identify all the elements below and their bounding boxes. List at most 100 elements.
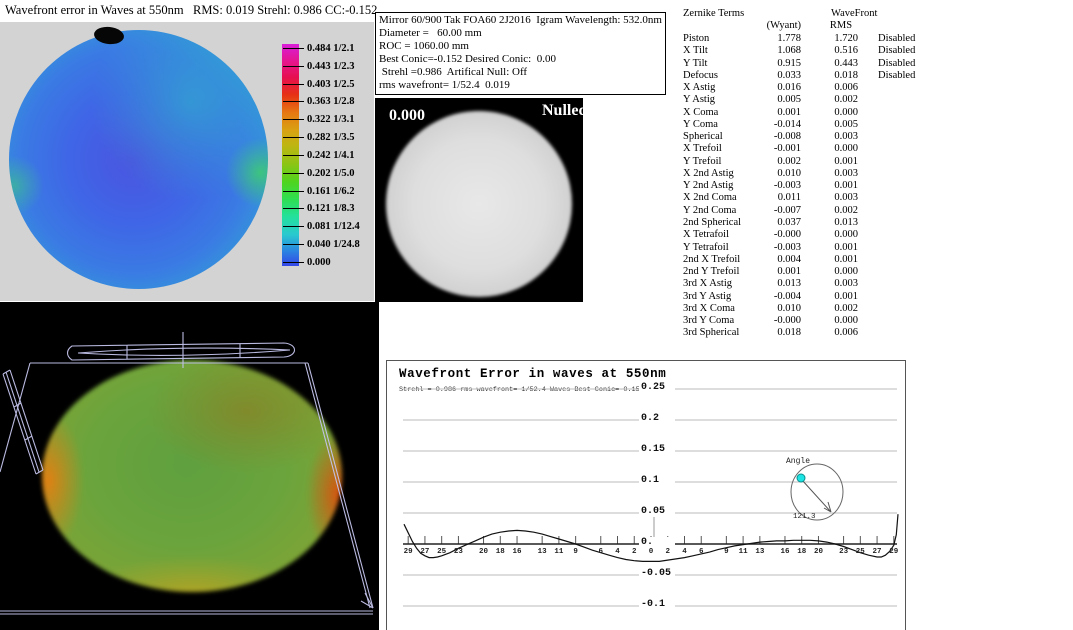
legend-label: 0.363 1/2.8 <box>307 96 355 107</box>
x-tick-label: 29 <box>885 548 903 556</box>
z-wyant: 0.001 <box>743 107 801 118</box>
legend-entry: 0.040 1/24.8 <box>283 238 360 251</box>
z-name: Y 2nd Astig <box>683 180 733 191</box>
z-name: X 2nd Coma <box>683 192 737 203</box>
z-name: Spherical <box>683 131 723 142</box>
z-rms: 0.002 <box>805 303 858 314</box>
zernike-row: Y Trefoil0.0020.001 <box>683 156 933 168</box>
zernike-row: Y 2nd Coma-0.0070.002 <box>683 205 933 217</box>
z-wyant: -0.003 <box>743 180 801 191</box>
legend-tick <box>283 66 304 67</box>
z-wyant: 0.004 <box>743 254 801 265</box>
x-tick-label: 16 <box>776 548 794 556</box>
z-rms: 0.000 <box>805 266 858 277</box>
legend-tick <box>283 137 304 138</box>
angle-arrow <box>802 480 831 512</box>
z-rms: 0.001 <box>805 156 858 167</box>
z-wyant: 0.010 <box>743 303 801 314</box>
y-tick-label: 0.25 <box>639 382 675 393</box>
angle-handle-dot[interactable] <box>797 474 805 482</box>
legend-label: 0.040 1/24.8 <box>307 239 360 250</box>
z-wyant: -0.004 <box>743 291 801 302</box>
zernike-rows: Piston1.7781.720DisabledX Tilt1.0680.516… <box>683 33 933 340</box>
floor-right-edge <box>305 363 373 608</box>
legend-tick <box>283 244 304 245</box>
z-rms: 0.013 <box>805 217 858 228</box>
z-rms: 0.000 <box>805 315 858 326</box>
legend-label: 0.161 1/6.2 <box>307 186 355 197</box>
z-name: Y Astig <box>683 94 715 105</box>
x-tick-label: 13 <box>751 548 769 556</box>
z-wyant: 0.018 <box>743 327 801 338</box>
floor-bottom-edge <box>0 611 373 614</box>
z-rms: 0.003 <box>805 168 858 179</box>
z-rms: 0.000 <box>805 229 858 240</box>
z-rms: 0.443 <box>805 58 858 69</box>
zernike-row: 3rd Spherical0.0180.006 <box>683 327 933 339</box>
y-tick-label: -0.1 <box>639 599 675 610</box>
legend-label: 0.000 <box>307 257 331 268</box>
legend-entry: 0.443 1/2.3 <box>283 60 355 73</box>
z-rms: 0.516 <box>805 45 858 56</box>
legend-tick <box>283 226 304 227</box>
wireframe-overlay <box>0 302 379 630</box>
x-tick-label: 6 <box>592 548 610 556</box>
profile-chart-panel[interactable]: Wavefront Error in waves at 550nm Strehl… <box>386 360 906 630</box>
x-tick-label: 11 <box>734 548 752 556</box>
legend-entry: 0.322 1/3.1 <box>283 113 355 126</box>
legend-items: 0.484 1/2.10.443 1/2.30.403 1/2.50.363 1… <box>283 42 373 272</box>
legend-entry: 0.282 1/3.5 <box>283 131 355 144</box>
z-name: 2nd Y Trefoil <box>683 266 739 277</box>
legend-entry: 0.242 1/4.1 <box>283 149 355 162</box>
z-status: Disabled <box>878 70 915 81</box>
x-tick-label: 23 <box>449 548 467 556</box>
x-tick-label: 20 <box>475 548 493 556</box>
left-scale-bar <box>3 370 43 474</box>
wavefront-contour-panel[interactable]: 0.484 1/2.10.443 1/2.30.403 1/2.50.363 1… <box>0 22 374 301</box>
z-name: 3rd X Coma <box>683 303 735 314</box>
legend-entry: 0.202 1/5.0 <box>283 167 355 180</box>
z-rms: 0.003 <box>805 278 858 289</box>
z-wyant: 0.037 <box>743 217 801 228</box>
zernike-row: Piston1.7781.720Disabled <box>683 33 933 45</box>
zernike-row: X Tilt1.0680.516Disabled <box>683 45 933 57</box>
zernike-row: Y Coma-0.0140.005 <box>683 119 933 131</box>
x-tick-label: 2 <box>659 548 677 556</box>
surface-3d-view[interactable] <box>0 302 379 630</box>
x-tick-label: 4 <box>609 548 627 556</box>
z-rms: 0.006 <box>805 82 858 93</box>
y-tick-label: 0.05 <box>639 506 675 517</box>
z-name: X 2nd Astig <box>683 168 734 179</box>
z-name: Defocus <box>683 70 718 81</box>
legend-entry: 0.000 <box>283 256 331 269</box>
zernike-row: X Trefoil-0.0010.000 <box>683 143 933 155</box>
x-tick-label: 23 <box>835 548 853 556</box>
z-wyant: 0.001 <box>743 266 801 277</box>
z-wyant: 0.002 <box>743 156 801 167</box>
interferogram-view[interactable]: 0.000 Nulled <box>375 98 583 302</box>
legend-label: 0.081 1/12.4 <box>307 221 360 232</box>
z-rms: 0.003 <box>805 192 858 203</box>
zernike-row: Defocus0.0330.018Disabled <box>683 70 933 82</box>
z-wyant: -0.008 <box>743 131 801 142</box>
info-line: Diameter = 60.00 mm <box>379 27 662 40</box>
legend-label: 0.484 1/2.1 <box>307 43 355 54</box>
zernike-row: Y Tetrafoil-0.0030.001 <box>683 242 933 254</box>
x-tick-label: 6 <box>692 548 710 556</box>
x-tick-label: 25 <box>433 548 451 556</box>
z-wyant: 0.016 <box>743 82 801 93</box>
angle-widget[interactable] <box>791 464 843 520</box>
legend-entry: 0.081 1/12.4 <box>283 220 360 233</box>
interferogram-null-label: Nulled <box>542 102 583 120</box>
x-tick-label: 27 <box>416 548 434 556</box>
legend-label: 0.242 1/4.1 <box>307 150 355 161</box>
zernike-row: 3rd X Coma 0.010 0.002 <box>683 303 933 315</box>
interferogram-phase-label: 0.000 <box>389 107 425 125</box>
zernike-row: Y 2nd Astig-0.0030.001 <box>683 180 933 192</box>
legend-label: 0.443 1/2.3 <box>307 61 355 72</box>
zernike-row: X Tetrafoil-0.0000.000 <box>683 229 933 241</box>
z-wyant: 0.010 <box>743 168 801 179</box>
z-wyant: -0.001 <box>743 143 801 154</box>
floor-corner-detail <box>357 593 373 611</box>
interferogram-disk <box>386 111 572 297</box>
